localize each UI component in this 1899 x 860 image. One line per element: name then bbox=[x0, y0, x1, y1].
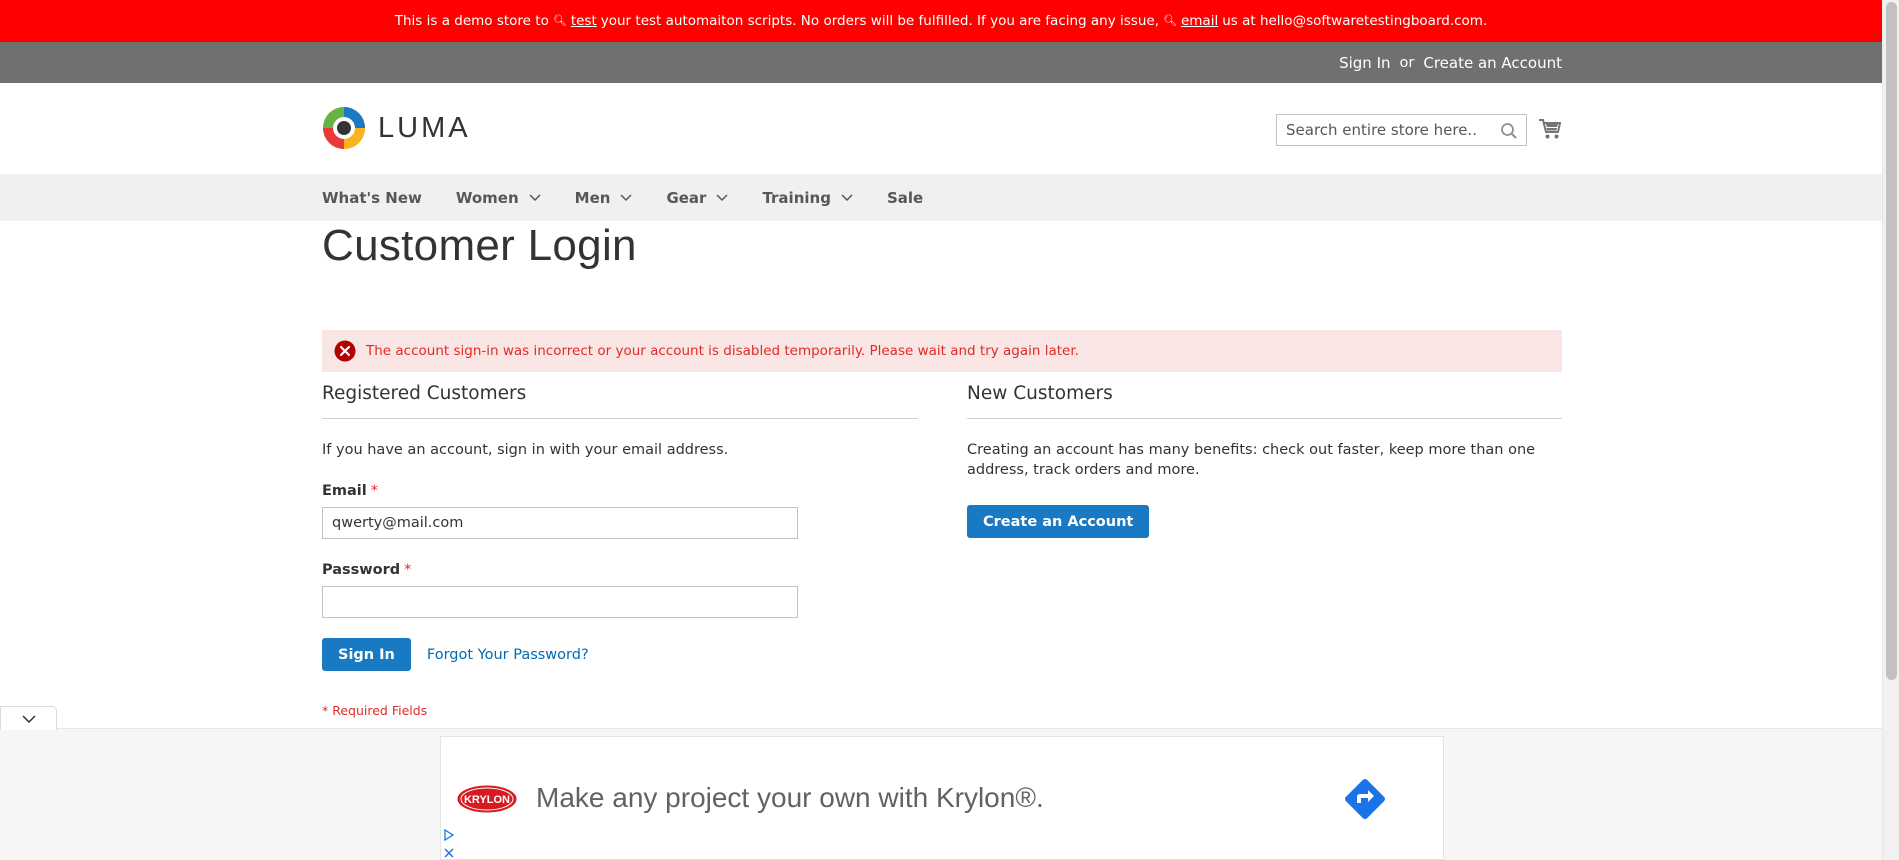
krylon-logo-text: KRYLON bbox=[464, 794, 510, 806]
ad-headline: Make any project your own with Krylon®. bbox=[536, 782, 1044, 813]
registered-intro-text: If you have an account, sign in with you… bbox=[322, 442, 729, 458]
search-input[interactable] bbox=[1277, 115, 1487, 145]
forgot-password-link[interactable]: Forgot Your Password? bbox=[427, 647, 589, 663]
nav-item-sale[interactable]: Sale bbox=[887, 189, 923, 207]
nav-item-whats-new[interactable]: What's New bbox=[322, 189, 422, 207]
email-label-text: Email bbox=[322, 483, 367, 499]
close-icon[interactable] bbox=[443, 847, 455, 859]
adchoices-icon[interactable] bbox=[443, 829, 455, 841]
search-box bbox=[1276, 114, 1527, 146]
search-icon[interactable] bbox=[1500, 122, 1518, 140]
ad-banner[interactable]: KRYLON Make any project your own with Kr… bbox=[440, 736, 1444, 860]
nav-item-men[interactable]: Men bbox=[575, 189, 633, 207]
new-customers-intro-text: Creating an account has many benefits: c… bbox=[967, 442, 1536, 478]
sign-in-button[interactable]: Sign In bbox=[322, 638, 411, 671]
or-separator: or bbox=[1399, 54, 1415, 71]
page: This is a demo store to 🔍︎ test your tes… bbox=[0, 0, 1882, 860]
password-field[interactable] bbox=[322, 586, 798, 618]
chevron-down-icon bbox=[529, 193, 541, 201]
header-links: Sign In or Create an Account bbox=[1339, 42, 1562, 83]
nav-item-label: Men bbox=[574, 188, 611, 207]
demo-test-link[interactable]: test bbox=[571, 13, 597, 29]
demo-text-2: your test automaiton scripts. No orders … bbox=[600, 13, 1159, 29]
error-icon bbox=[334, 340, 356, 362]
cart-icon[interactable] bbox=[1538, 118, 1562, 140]
search-icon: 🔍︎ bbox=[552, 13, 567, 27]
create-account-button[interactable]: Create an Account bbox=[967, 505, 1150, 538]
main-navigation: What's New Women Men Gear Training Sale bbox=[0, 174, 1882, 221]
nav-item-gear[interactable]: Gear bbox=[666, 189, 728, 207]
main-content: Customer Login The account sign-in was i… bbox=[322, 221, 1562, 718]
demo-text-1: This is a demo store to bbox=[394, 13, 549, 29]
demo-text-3: us at hello@softwaretestingboard.com. bbox=[1222, 13, 1488, 29]
luma-logo-icon bbox=[323, 107, 365, 149]
error-message-text: The account sign-in was incorrect or you… bbox=[366, 343, 1079, 359]
page-title: Customer Login bbox=[322, 221, 637, 270]
chevron-down-icon bbox=[620, 193, 632, 201]
nav-item-label: Women bbox=[455, 188, 519, 207]
create-account-link[interactable]: Create an Account bbox=[1423, 54, 1562, 72]
search-icon: 🔍︎ bbox=[1163, 13, 1177, 27]
top-header-bar: Sign In or Create an Account bbox=[0, 42, 1882, 83]
scrollbar-thumb[interactable] bbox=[1886, 2, 1897, 680]
new-customers-title: New Customers bbox=[967, 383, 1562, 419]
nav-item-label: Gear bbox=[666, 188, 707, 207]
new-customers-block: New Customers Creating an account has ma… bbox=[967, 383, 1562, 538]
site-header: LUMA bbox=[0, 83, 1882, 174]
demo-email-link[interactable]: email bbox=[1181, 13, 1218, 29]
chevron-down-icon bbox=[716, 193, 728, 201]
email-field[interactable] bbox=[322, 507, 798, 539]
nav-item-training[interactable]: Training bbox=[762, 188, 853, 207]
chevron-down-icon bbox=[841, 193, 853, 201]
chevron-down-icon bbox=[21, 714, 36, 723]
nav-item-women[interactable]: Women bbox=[456, 189, 541, 207]
nav-item-label: Sale bbox=[886, 188, 924, 207]
required-asterisk: * bbox=[370, 483, 378, 499]
krylon-logo: KRYLON bbox=[456, 784, 518, 814]
nav-item-label: Training bbox=[762, 188, 831, 207]
ad-arrow-icon[interactable] bbox=[1341, 775, 1389, 823]
password-label-text: Password bbox=[322, 562, 401, 578]
password-label: Password * bbox=[322, 562, 918, 578]
logo[interactable]: LUMA bbox=[322, 106, 471, 150]
email-label: Email * bbox=[322, 483, 918, 499]
ad-collapse-toggle[interactable] bbox=[0, 706, 57, 730]
required-fields-note: * Required Fields bbox=[322, 703, 428, 718]
registered-customers-block: Registered Customers If you have an acco… bbox=[322, 383, 918, 671]
registered-customers-title: Registered Customers bbox=[322, 383, 918, 419]
required-asterisk: * bbox=[404, 562, 412, 578]
nav-item-label: What's New bbox=[322, 188, 422, 207]
logo-text: LUMA bbox=[378, 111, 471, 144]
error-message-box: The account sign-in was incorrect or you… bbox=[322, 330, 1562, 372]
login-actions: Sign In Forgot Your Password? bbox=[322, 638, 918, 671]
sign-in-link[interactable]: Sign In bbox=[1339, 54, 1390, 72]
scrollbar[interactable] bbox=[1882, 0, 1899, 860]
demo-notice-banner: This is a demo store to 🔍︎ test your tes… bbox=[0, 0, 1882, 42]
